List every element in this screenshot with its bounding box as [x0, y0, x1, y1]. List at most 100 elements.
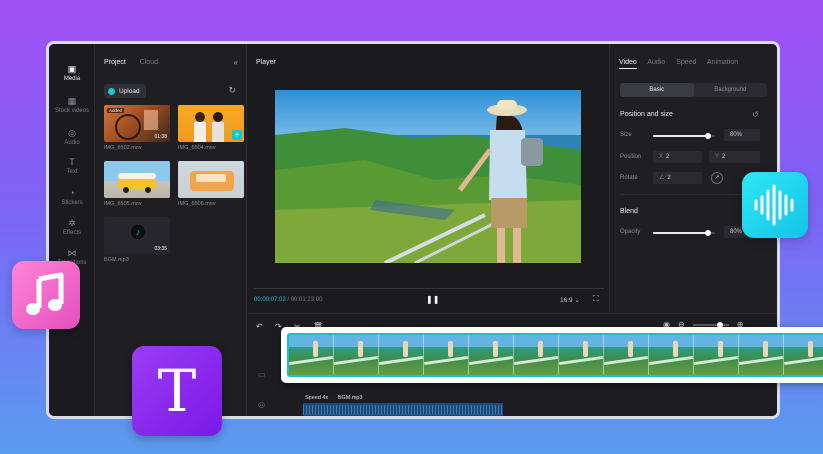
clip-frame — [469, 335, 514, 375]
clip-frame — [784, 335, 823, 375]
segment-background[interactable]: Background — [694, 83, 768, 97]
music-note-icon: ♪ — [131, 225, 145, 239]
music-note-icon — [26, 272, 64, 315]
media-thumb-3[interactable] — [104, 161, 170, 198]
zoom-slider[interactable] — [692, 321, 729, 328]
tab-speed[interactable]: Speed — [676, 59, 696, 66]
audio-clip[interactable] — [303, 403, 503, 416]
video-clip-filmstrip[interactable] — [281, 327, 823, 383]
timecode: 00:00:07:02 / 00:01:23:00 — [254, 297, 322, 303]
waveform-icon — [754, 184, 794, 226]
tab-cloud[interactable]: Cloud — [140, 59, 158, 66]
left-nav: ▣ Media ▦ Stock videos ◎ Audio T Text ◔ … — [49, 44, 95, 416]
undo-icon[interactable]: ↶ — [256, 322, 263, 331]
opacity-slider[interactable] — [653, 230, 715, 236]
size-slider-knob[interactable] — [704, 133, 711, 139]
voice-waveform-app-icon — [742, 172, 808, 238]
upload-button[interactable]: Upload — [104, 84, 146, 98]
audio-track-icon: ◎ — [258, 400, 265, 409]
transitions-icon: ⋈ — [67, 248, 77, 258]
car-image — [190, 171, 234, 191]
media-name: IMG_6505.mov — [104, 201, 142, 207]
nav-item-stickers[interactable]: ◔ Stickers — [49, 188, 95, 206]
opacity-label: Opacity — [620, 229, 641, 235]
music-app-icon — [12, 261, 80, 329]
clip-frame — [739, 335, 784, 375]
opacity-slider-knob[interactable] — [704, 230, 711, 236]
add-to-timeline-icon[interactable]: + — [232, 130, 242, 140]
basic-background-toggle: Basic Background — [620, 83, 767, 97]
video-frame-image — [275, 90, 581, 263]
text-app-icon: T — [132, 346, 222, 436]
clip-frame — [514, 335, 559, 375]
properties-tabs: Video Audio Speed Animation — [619, 59, 747, 69]
fullscreen-icon[interactable]: ⛶ — [593, 294, 599, 304]
segment-basic[interactable]: Basic — [620, 83, 694, 97]
reset-icon[interactable]: ↺ — [752, 110, 759, 119]
size-slider-fill — [653, 135, 708, 137]
media-thumb-2[interactable]: + — [178, 105, 244, 142]
nav-item-audio[interactable]: ◎ Audio — [49, 128, 95, 146]
rotate-icon[interactable]: ↗ — [711, 172, 723, 184]
media-duration: 01:38 — [154, 134, 167, 140]
audio-waveform — [303, 405, 503, 415]
nav-item-stock-videos[interactable]: ▦ Stock videos — [49, 96, 95, 114]
size-field[interactable]: 80% — [724, 129, 760, 141]
tab-animation[interactable]: Animation — [707, 59, 738, 66]
clip-frame — [694, 335, 739, 375]
tab-video[interactable]: Video — [619, 59, 637, 69]
total-time: / 00:01:23:00 — [287, 297, 323, 303]
added-badge: Added — [107, 108, 125, 113]
tab-audio[interactable]: Audio — [647, 59, 665, 66]
size-label: Size — [620, 132, 632, 138]
rotate-field[interactable]: ∠ 2 — [653, 172, 702, 184]
media-thumb-audio[interactable]: ♪ 03:35 — [104, 217, 170, 254]
position-size-title: Position and size — [620, 111, 673, 118]
tab-project[interactable]: Project — [104, 59, 126, 66]
media-thumb-1[interactable]: Added 01:38 — [104, 105, 170, 142]
clip-frame — [289, 335, 334, 375]
audio-clip-label: Speed 4x BGM.mp3 — [305, 395, 371, 401]
audio-speed: Speed 4x — [305, 395, 329, 401]
nav-item-media[interactable]: ▣ Media — [49, 64, 95, 82]
current-time: 00:00:07:02 — [254, 297, 286, 303]
clip-frame — [334, 335, 379, 375]
video-preview[interactable] — [275, 90, 581, 263]
nav-item-text[interactable]: T Text — [49, 157, 95, 175]
player-title: Player — [256, 59, 276, 66]
position-y-field[interactable]: Y2 — [709, 151, 760, 163]
clip-frame — [649, 335, 694, 375]
pause-icon[interactable]: ❚❚ — [426, 295, 439, 304]
blend-title: Blend — [620, 208, 638, 215]
project-tabs: Project Cloud — [104, 59, 170, 66]
media-duration: 03:35 — [154, 246, 167, 252]
position-label: Position — [620, 154, 642, 160]
effects-icon: ✲ — [68, 218, 76, 228]
refresh-icon[interactable]: ↻ — [228, 85, 236, 96]
text-icon: T — [69, 157, 75, 167]
van-image — [118, 173, 156, 193]
position-x-field[interactable]: X2 — [653, 151, 702, 163]
opacity-slider-fill — [653, 232, 708, 234]
player-panel: Player 00:00:07:02 / 00:01:23:00 ❚❚ 16:9… — [248, 44, 610, 312]
degree-icon: ∠ — [659, 175, 665, 181]
x-axis-label: X — [659, 154, 664, 160]
stickers-icon: ◔ — [69, 188, 75, 198]
clip-frame — [379, 335, 424, 375]
video-clip-frames — [287, 333, 823, 377]
audio-icon: ◎ — [68, 128, 76, 138]
aspect-ratio-select[interactable]: 16:9 ⌄ — [560, 296, 580, 304]
media-name: IMG_6504.mov — [178, 145, 216, 151]
playback-progress[interactable] — [254, 288, 604, 289]
nav-item-effects[interactable]: ✲ Effects — [49, 218, 95, 236]
media-thumb-4[interactable] — [178, 161, 244, 198]
video-track-icon: ▭ — [258, 370, 266, 379]
rotate-label: Rotate — [620, 175, 638, 181]
media-icon: ▣ — [67, 64, 77, 74]
stock-videos-icon: ▦ — [67, 96, 77, 106]
collapse-panel-icon[interactable]: « — [234, 58, 238, 67]
size-slider[interactable] — [653, 133, 715, 139]
media-name: BGM.mp3 — [104, 257, 129, 263]
clip-frame — [604, 335, 649, 375]
audio-clip-name: BGM.mp3 — [337, 395, 363, 401]
